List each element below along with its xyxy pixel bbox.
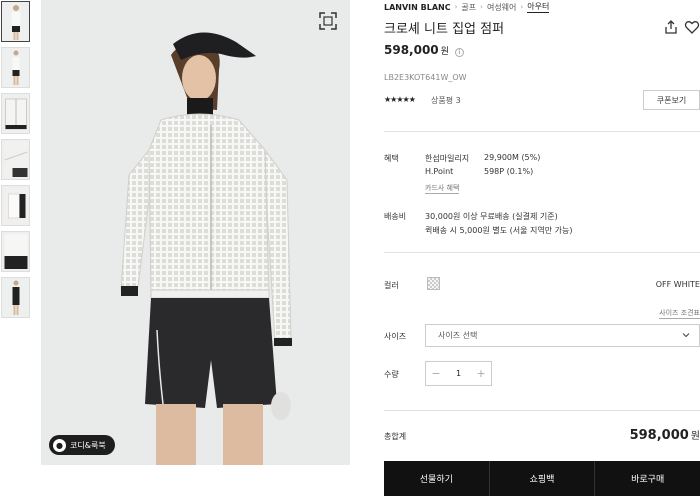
thumbnail-figure — [4, 98, 27, 130]
thumbnail-5[interactable] — [1, 185, 30, 226]
quantity-plus-button[interactable]: + — [471, 367, 491, 380]
chevron-right-icon: › — [454, 3, 458, 11]
breadcrumb-item-women[interactable]: 여성웨어 — [487, 2, 516, 13]
main-product-image[interactable] — [41, 0, 350, 465]
model-illustration — [120, 32, 292, 465]
rating-stars: ★★★★★ — [384, 95, 416, 104]
divider — [384, 131, 700, 132]
mileage-value: 29,900M (5%) — [484, 153, 541, 162]
thumbnail-1[interactable] — [1, 1, 30, 42]
chevron-down-icon — [682, 333, 690, 338]
size-select-placeholder: 사이즈 선택 — [438, 331, 478, 340]
coordi-label: 코디&룩북 — [70, 440, 106, 450]
share-icon[interactable] — [664, 20, 678, 34]
quantity-minus-button[interactable]: − — [426, 367, 446, 380]
thumbnail-4[interactable] — [1, 139, 30, 180]
thumbnail-figure — [12, 280, 19, 315]
divider — [384, 410, 700, 411]
expand-icon[interactable] — [318, 11, 338, 31]
quantity-stepper: − 1 + — [425, 361, 492, 386]
quantity-label: 수량 — [384, 370, 399, 379]
mileage-name: 한섬마일리지 — [425, 154, 470, 163]
color-label: 컬러 — [384, 281, 399, 290]
thumbnail-3[interactable] — [1, 93, 30, 134]
product-code: LB2E3KOT641W_OW — [384, 73, 467, 82]
breadcrumb: LANVIN BLANC › 골프 › 여성웨어 › 아우터 — [384, 1, 550, 13]
color-value: OFF WHITE — [655, 280, 700, 289]
thumbnail-figure — [3, 142, 28, 177]
size-label: 사이즈 — [384, 332, 407, 341]
heart-icon[interactable] — [684, 19, 700, 35]
thumbnail-figure — [12, 50, 19, 85]
hpoint-name: H.Point — [425, 167, 454, 176]
buy-now-button[interactable]: 바로구매 — [595, 461, 700, 496]
total-value: 598,000 — [629, 428, 689, 443]
benefits-label: 혜택 — [384, 154, 399, 163]
card-benefit-link[interactable]: 카드사 혜택 — [425, 183, 460, 194]
total-price: 598,000 원 — [630, 427, 700, 443]
total-label: 총합계 — [384, 432, 407, 441]
coordi-lookbook-button[interactable]: ● 코디&룩북 — [49, 435, 115, 455]
thumbnail-figure — [11, 5, 20, 40]
thumbnail-2[interactable] — [1, 47, 30, 88]
breadcrumb-item-outer[interactable]: 아우터 — [527, 1, 550, 13]
thumbnail-7[interactable] — [1, 277, 30, 318]
review-count-link[interactable]: 상품평 3 — [431, 95, 461, 106]
chevron-right-icon: › — [480, 3, 483, 11]
product-title: 크로셰 니트 집업 점퍼 — [384, 22, 505, 37]
thumbnail-figure — [4, 188, 27, 223]
price-unit: 원 — [440, 47, 449, 57]
breadcrumb-item-golf[interactable]: 골프 — [461, 2, 476, 13]
chevron-right-icon: › — [520, 3, 524, 11]
color-swatch-off-white[interactable] — [427, 277, 440, 290]
thumbnail-6[interactable] — [1, 231, 30, 272]
size-guide-link[interactable]: 사이즈 조견표 — [659, 308, 700, 319]
breadcrumb-brand[interactable]: LANVIN BLANC — [384, 3, 451, 12]
info-icon[interactable]: i — [454, 48, 464, 57]
coupon-button[interactable]: 쿠폰보기 — [643, 90, 700, 110]
gift-button[interactable]: 선물하기 — [384, 461, 490, 496]
total-unit: 원 — [690, 431, 700, 442]
quantity-value[interactable]: 1 — [446, 369, 471, 378]
shopping-bag-button[interactable]: 쇼핑백 — [490, 461, 596, 496]
shipping-line-1: 30,000원 이상 무료배송 (실결제 기준) — [425, 212, 558, 221]
coordi-icon: ● — [53, 438, 66, 452]
shipping-line-2: 퀵배송 시 5,000원 별도 (서울 지역만 가능) — [425, 226, 573, 235]
price-value: 598,000 — [384, 43, 439, 57]
product-price: 598,000 원 i — [384, 43, 464, 57]
purchase-actions: 선물하기 쇼핑백 바로구매 — [384, 461, 700, 496]
shipping-label: 배송비 — [384, 212, 407, 221]
size-select[interactable]: 사이즈 선택 — [425, 324, 700, 347]
thumbnail-figure — [4, 234, 27, 269]
hpoint-value: 598P (0.1%) — [484, 167, 534, 176]
divider — [384, 252, 700, 253]
